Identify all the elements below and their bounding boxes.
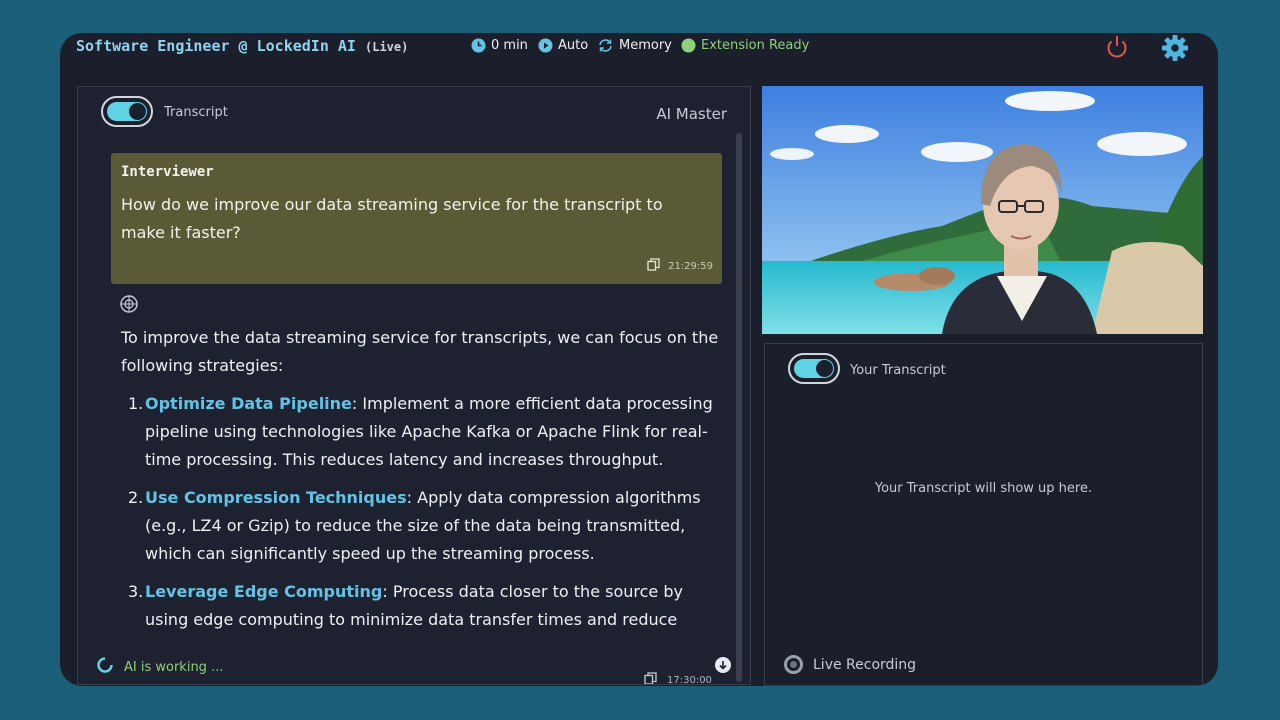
extension-status-label: Extension Ready (701, 38, 810, 53)
candidate-video (762, 86, 1203, 334)
extension-status: Extension Ready (681, 38, 809, 53)
strategy-title: Leverage Edge Computing (145, 582, 383, 601)
interviewer-message: Interviewer How do we improve our data s… (111, 153, 722, 284)
list-number: 3. (128, 582, 144, 601)
speaker-name: Interviewer (121, 164, 214, 180)
gear-icon (1161, 35, 1189, 66)
your-transcript-panel: Your Transcript Your Transcript will sho… (764, 343, 1203, 686)
strategy-title: Use Compression Techniques (145, 488, 407, 507)
list-number: 1. (128, 394, 144, 413)
list-item: 1. Optimize Data Pipeline: Implement a m… (121, 390, 721, 474)
question-text: How do we improve our data streaming ser… (121, 195, 663, 242)
live-recording-toggle[interactable]: Live Recording (784, 655, 916, 674)
power-icon (1103, 36, 1131, 65)
strategy-title: Optimize Data Pipeline (145, 394, 352, 413)
scrollbar[interactable] (736, 133, 742, 682)
spinner-icon (96, 656, 114, 678)
transcript-placeholder: Your Transcript will show up here. (874, 481, 1093, 496)
your-transcript-toggle[interactable] (788, 353, 840, 384)
your-transcript-label: Your Transcript (850, 363, 946, 378)
session-title: Software Engineer @ LockedIn AI (Live) (76, 37, 408, 55)
settings-button[interactable] (1161, 34, 1189, 66)
header-bar: Software Engineer @ LockedIn AI (Live) 0… (60, 33, 1218, 63)
transcript-toggle[interactable] (101, 96, 153, 127)
clock-icon (471, 38, 486, 53)
ai-transcript-panel: Transcript AI Master Interviewer How do … (77, 86, 751, 685)
sync-icon (597, 38, 614, 53)
timer-label: 0 min (491, 38, 528, 53)
play-icon (538, 38, 553, 53)
video-frame-image (762, 86, 1203, 334)
scroll-down-button[interactable] (715, 657, 731, 673)
session-title-text: Software Engineer @ LockedIn AI (76, 37, 356, 55)
strategy-list: 1. Optimize Data Pipeline: Implement a m… (121, 390, 721, 634)
toggle-knob (816, 360, 833, 377)
list-item: 3. Leverage Edge Computing: Process data… (121, 578, 721, 634)
timer-status: 0 min (471, 38, 528, 53)
copy-icon[interactable] (644, 672, 657, 684)
list-item: 2. Use Compression Techniques: Apply dat… (121, 484, 721, 568)
mode-toggle[interactable]: Auto (538, 38, 588, 53)
ai-master-label[interactable]: AI Master (656, 105, 727, 123)
record-icon (784, 655, 803, 674)
live-recording-label: Live Recording (813, 656, 917, 673)
message-meta: 21:29:59 (647, 258, 713, 274)
power-button[interactable] (1103, 33, 1131, 65)
ai-answer: To improve the data streaming service fo… (120, 294, 721, 644)
crosshair-icon (120, 294, 138, 322)
list-number: 2. (128, 488, 144, 507)
live-tag: (Live) (365, 40, 409, 54)
mode-label: Auto (558, 38, 589, 53)
toggle-knob (129, 103, 146, 120)
ai-working-label: AI is working ... (124, 659, 224, 675)
memory-toggle[interactable]: Memory (597, 38, 672, 53)
arrow-down-icon (715, 658, 731, 677)
ai-working-status: AI is working ... (96, 656, 223, 678)
transcript-toggle-label: Transcript (164, 105, 228, 120)
answer-timestamp: 17:30:00 (667, 674, 712, 685)
memory-label: Memory (619, 38, 672, 53)
status-dot-icon (681, 38, 696, 53)
answer-meta: 17:30:00 (644, 672, 712, 685)
answer-intro: To improve the data streaming service fo… (121, 328, 719, 375)
app-window: Software Engineer @ LockedIn AI (Live) 0… (60, 33, 1218, 686)
message-timestamp: 21:29:59 (668, 260, 713, 272)
copy-icon[interactable] (647, 258, 660, 274)
